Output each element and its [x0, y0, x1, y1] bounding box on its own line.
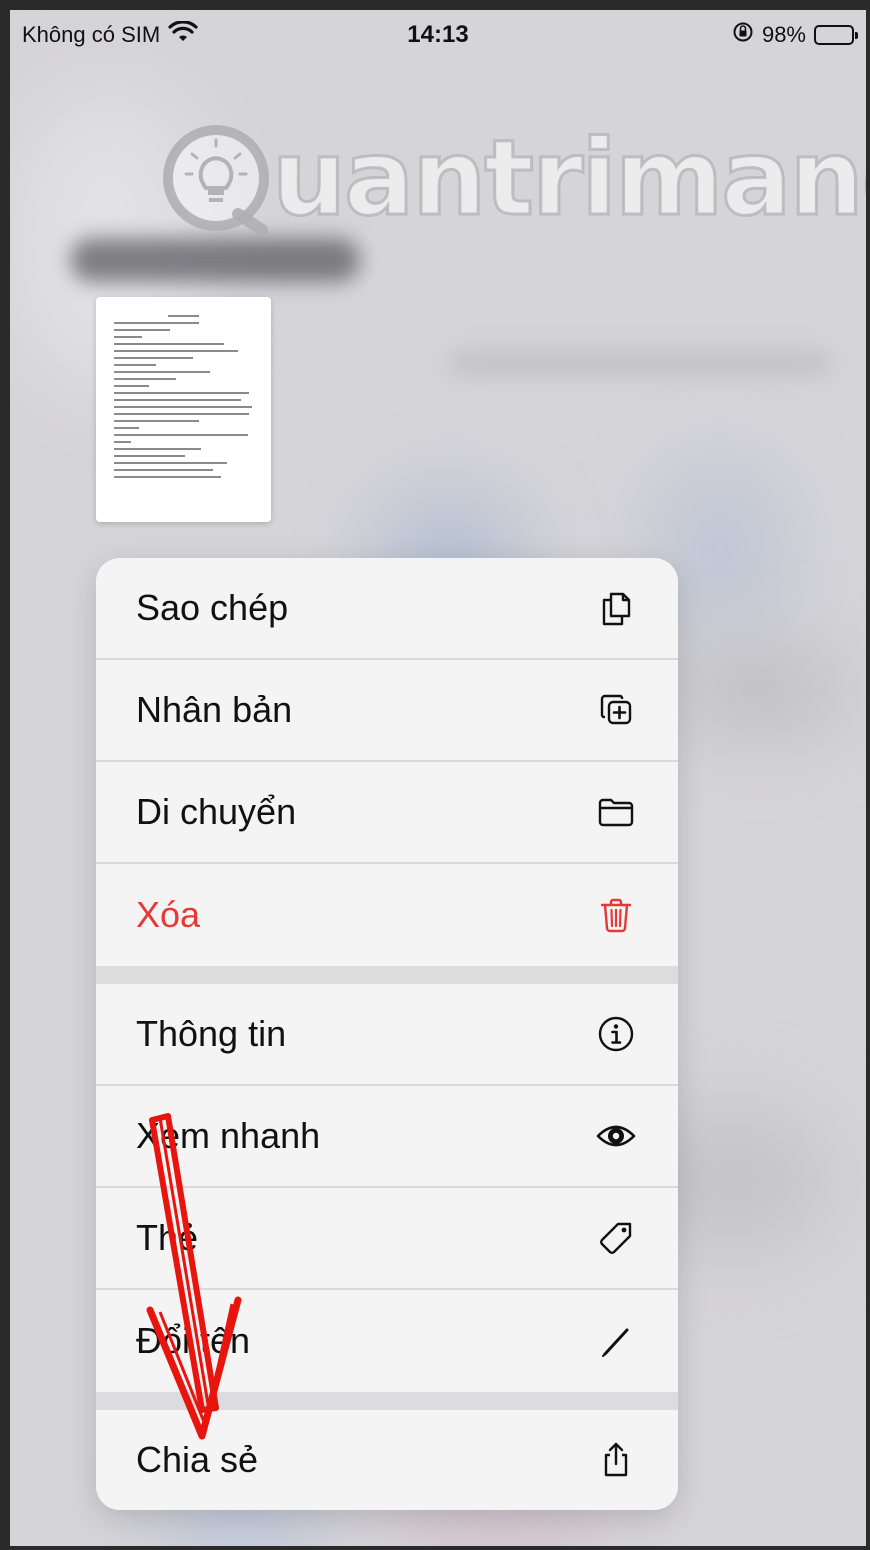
blurred-background-text [450, 350, 830, 376]
wifi-icon [168, 20, 198, 49]
menu-item-label: Thông tin [136, 1013, 287, 1054]
trash-icon [596, 895, 636, 935]
menu-item-label: Di chuyển [136, 791, 297, 832]
copy-icon [596, 588, 636, 628]
share-icon [596, 1440, 636, 1480]
blurred-folder-title [70, 238, 360, 282]
status-left: Không có SIM [22, 20, 198, 49]
folder-icon [596, 792, 636, 832]
battery-icon [814, 25, 858, 45]
watermark: uantrimang [158, 118, 866, 238]
carrier-label: Không có SIM [22, 22, 161, 47]
menu-item-label: Chia sẻ [136, 1439, 259, 1480]
duplicate-icon [596, 690, 636, 730]
menu-item-quick-look[interactable]: Xem nhanh [96, 1086, 678, 1188]
status-bar: Không có SIM 14:13 98% [10, 10, 866, 60]
menu-item-info[interactable]: Thông tin [96, 984, 678, 1086]
battery-percent: 98% [761, 22, 806, 47]
menu-item-label: Đổi tên [136, 1320, 251, 1361]
menu-group-separator [96, 966, 678, 984]
lightbulb-logo-icon [163, 125, 269, 236]
menu-item-label: Nhân bản [136, 689, 293, 730]
menu-group-separator [96, 1392, 678, 1410]
menu-item-delete[interactable]: Xóa [96, 864, 678, 966]
watermark-text: uantrimang [271, 117, 866, 239]
info-icon [596, 1014, 636, 1054]
menu-item-label: Sao chép [136, 587, 289, 628]
menu-item-move[interactable]: Di chuyển [96, 762, 678, 864]
orientation-lock-icon [732, 21, 754, 49]
screen: Không có SIM 14:13 98% uantriman Sao ché… [10, 10, 866, 1546]
menu-item-label: Xóa [136, 894, 201, 935]
eye-icon [596, 1116, 636, 1156]
document-thumbnail[interactable] [96, 297, 271, 522]
menu-item-label: Thẻ [136, 1217, 199, 1258]
pencil-icon [596, 1321, 636, 1361]
menu-item-label: Xem nhanh [136, 1115, 321, 1156]
menu-item-rename[interactable]: Đổi tên [96, 1290, 678, 1392]
menu-item-duplicate[interactable]: Nhân bản [96, 660, 678, 762]
menu-item-share[interactable]: Chia sẻ [96, 1410, 678, 1510]
status-right: 98% [732, 21, 858, 49]
context-menu: Sao chép Nhân bản Di chuyển Xóa Thông ti… [96, 558, 678, 1510]
backdrop-blur [670, 650, 850, 730]
menu-item-tags[interactable]: Thẻ [96, 1188, 678, 1290]
menu-item-copy[interactable]: Sao chép [96, 558, 678, 660]
tag-icon [596, 1218, 636, 1258]
